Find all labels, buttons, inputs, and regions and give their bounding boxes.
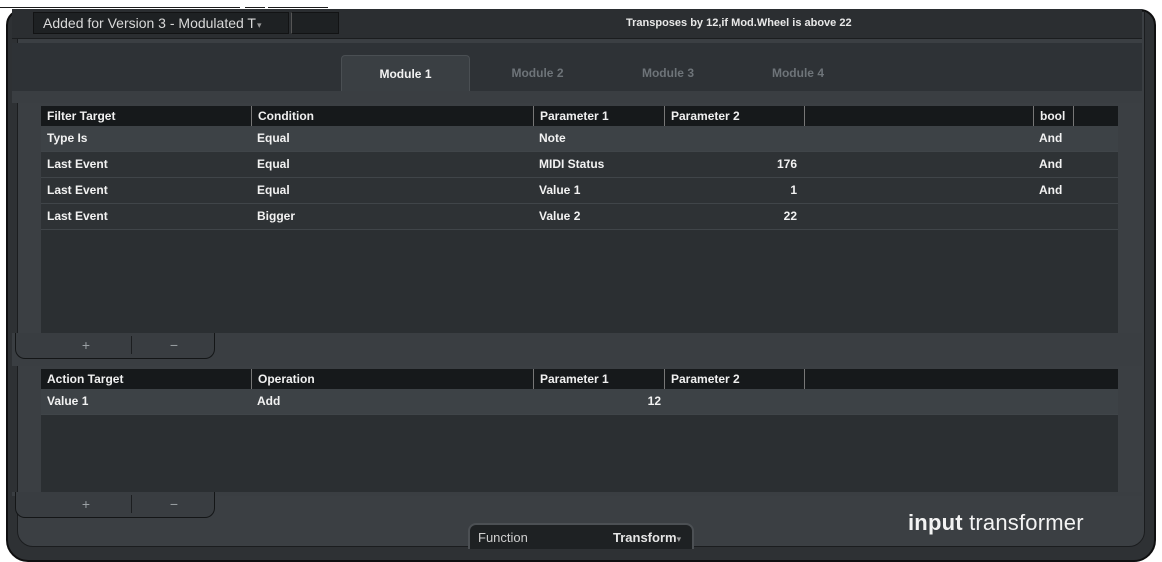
cell-bool[interactable]: And [1033,152,1062,177]
cell-action-target[interactable]: Value 1 [41,389,88,414]
cell-filter-target[interactable]: Last Event [41,178,108,203]
table-row[interactable]: Value 1 Add 12 [41,389,1118,415]
column-header-bool[interactable]: bool [1033,106,1073,126]
chevron-down-icon: ▾ [676,534,682,544]
tab-module-2[interactable]: Module 2 [475,55,600,93]
add-condition-button[interactable]: + [41,333,131,357]
chevron-down-icon: ▾ [256,20,262,30]
preset-selector[interactable]: Added for Version 3 - Modulated T▾ [33,12,289,34]
table-row[interactable]: Last Event Bigger Value 2 22 [41,204,1118,230]
tab-module-3[interactable]: Module 3 [606,55,730,93]
table-row[interactable]: Last Event Equal MIDI Status 176 And [41,152,1118,178]
function-value[interactable]: Transform▾ [613,530,681,545]
filter-add-remove-bar: + − [15,333,215,359]
cell-condition[interactable]: Equal [251,126,290,151]
function-value-text: Transform [613,530,677,545]
table-row[interactable]: Last Event Equal Value 1 1 And [41,178,1118,204]
cell-condition[interactable]: Bigger [251,204,295,229]
action-table: Action Target Operation Parameter 1 Para… [41,369,1118,492]
cell-parameter-2[interactable]: 22 [664,204,797,229]
action-table-header: Action Target Operation Parameter 1 Para… [41,369,1118,389]
cell-filter-target[interactable]: Last Event [41,204,108,229]
table-row[interactable]: Type Is Equal Note And [41,126,1118,152]
remove-condition-button[interactable]: − [132,333,216,357]
preset-name: Added for Version 3 - Modulated T [43,15,256,31]
cell-condition[interactable]: Equal [251,152,290,177]
cell-filter-target[interactable]: Type Is [41,126,87,151]
cell-parameter-1[interactable]: MIDI Status [533,152,604,177]
separator-band [12,91,1142,103]
add-action-button[interactable]: + [41,492,131,516]
column-header-end [1073,106,1118,126]
column-header-blank [804,106,1033,126]
logo-bold-text: input [908,510,963,535]
column-header-parameter-2[interactable]: Parameter 2 [664,106,804,126]
column-header-parameter-1[interactable]: Parameter 1 [533,369,664,389]
preset-description: Transposes by 12,if Mod.Wheel is above 2… [626,17,852,29]
remove-action-button[interactable]: − [132,492,216,516]
cell-parameter-2[interactable]: 1 [664,178,797,203]
column-header-operation[interactable]: Operation [251,369,533,389]
filter-condition-table: Filter Target Condition Parameter 1 Para… [41,106,1118,333]
tab-module-1[interactable]: Module 1 [341,55,470,93]
column-header-filter-target[interactable]: Filter Target [41,106,251,126]
cell-bool[interactable] [1033,204,1039,229]
cell-parameter-1[interactable]: Value 2 [533,204,580,229]
cell-parameter-2[interactable] [664,389,797,414]
tab-module-4[interactable]: Module 4 [736,55,860,93]
column-header-parameter-1[interactable]: Parameter 1 [533,106,664,126]
logo-light-text: transformer [962,510,1084,535]
cell-parameter-2[interactable] [664,126,797,151]
cell-bool[interactable]: And [1033,126,1062,151]
cell-parameter-1[interactable]: Note [533,126,566,151]
cell-parameter-2[interactable]: 176 [664,152,797,177]
cell-filter-target[interactable]: Last Event [41,152,108,177]
input-transformer-logo: input transformer [908,510,1084,536]
cell-bool[interactable]: And [1033,178,1062,203]
function-selector[interactable]: Function Transform▾ [468,523,694,549]
action-add-remove-bar: + − [15,492,215,518]
column-header-action-target[interactable]: Action Target [41,369,251,389]
cell-operation[interactable]: Add [251,389,280,414]
cell-parameter-1[interactable]: Value 1 [533,178,580,203]
column-header-condition[interactable]: Condition [251,106,533,126]
cell-condition[interactable]: Equal [251,178,290,203]
preset-field-end[interactable] [291,12,339,34]
column-header-blank [804,369,1118,389]
function-label: Function [478,530,528,545]
cell-parameter-1[interactable]: 12 [533,389,661,414]
filter-table-header: Filter Target Condition Parameter 1 Para… [41,106,1118,126]
column-header-parameter-2[interactable]: Parameter 2 [664,369,804,389]
